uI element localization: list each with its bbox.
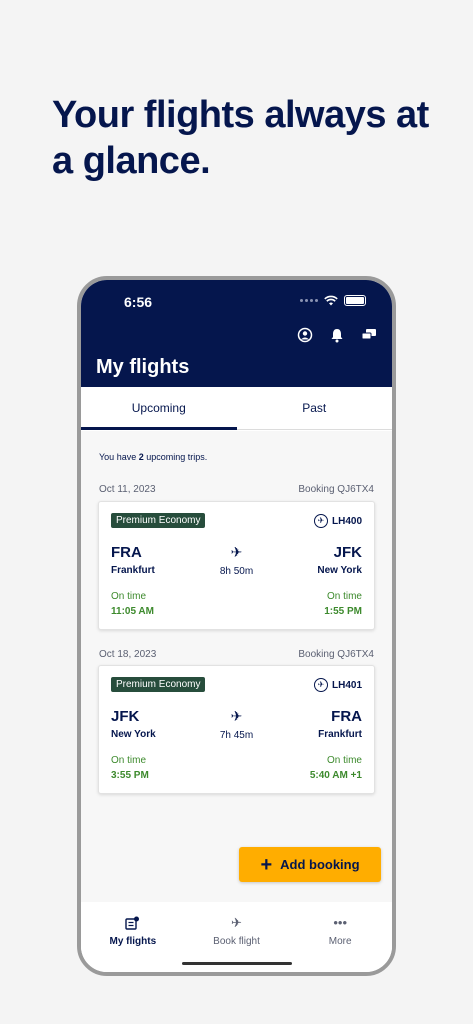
- flight-number: ✈ LH400: [313, 514, 362, 528]
- flight-card[interactable]: Premium Economy ✈ LH401 JFK New York ✈ 7…: [98, 665, 375, 794]
- flight-tabs: Upcoming Past: [81, 387, 392, 430]
- origin-city: New York: [111, 729, 156, 740]
- origin-city: Frankfurt: [111, 565, 155, 576]
- departure-status: On time: [111, 755, 147, 766]
- trip-meta: Oct 18, 2023 Booking QJ6TX4: [99, 649, 374, 660]
- flight-duration: 8h 50m: [219, 566, 254, 577]
- bell-icon[interactable]: [328, 326, 346, 344]
- home-indicator: [181, 962, 292, 965]
- bottom-nav: My flights ✈ Book flight ••• More: [81, 902, 392, 972]
- tab-upcoming[interactable]: Upcoming: [81, 387, 237, 430]
- battery-icon: [344, 295, 366, 306]
- profile-icon[interactable]: [296, 326, 314, 344]
- my-flights-icon: [125, 916, 140, 930]
- messages-icon[interactable]: [360, 326, 378, 344]
- page-title: My flights: [96, 356, 190, 378]
- arrival-status: On time: [326, 591, 362, 602]
- flight-duration: 7h 45m: [219, 730, 254, 741]
- airline-logo-icon: ✈: [313, 514, 328, 528]
- booking-reference: Booking QJ6TX4: [298, 649, 374, 660]
- departure-time: 3:55 PM: [111, 770, 149, 781]
- trip-count: You have 2 upcoming trips.: [99, 452, 208, 462]
- flights-list: You have 2 upcoming trips. Oct 11, 2023 …: [81, 431, 392, 972]
- booking-reference: Booking QJ6TX4: [298, 484, 374, 495]
- origin-code: JFK: [111, 708, 140, 725]
- departure-status: On time: [111, 591, 147, 602]
- nav-more[interactable]: ••• More: [288, 902, 392, 972]
- phone-frame: 6:56 My flights Upcoming Past You have 2…: [77, 276, 396, 976]
- app-header: 6:56 My flights: [81, 280, 392, 387]
- flight-card[interactable]: Premium Economy ✈ LH400 FRA Frankfurt ✈ …: [98, 501, 375, 630]
- destination-code: FRA: [331, 708, 362, 725]
- wifi-icon: [324, 295, 338, 306]
- destination-city: New York: [317, 565, 362, 576]
- trip-date: Oct 18, 2023: [99, 649, 157, 660]
- destination-city: Frankfurt: [318, 729, 362, 740]
- plus-icon: +: [260, 853, 273, 876]
- nav-my-flights[interactable]: My flights: [81, 902, 185, 972]
- arrival-status: On time: [326, 755, 362, 766]
- origin-code: FRA: [111, 544, 142, 561]
- airline-logo-icon: ✈: [313, 678, 328, 692]
- flight-number: ✈ LH401: [313, 678, 362, 692]
- signal-icon: [300, 299, 318, 302]
- status-time: 6:56: [124, 294, 153, 310]
- header-actions: [296, 326, 378, 344]
- more-icon: •••: [333, 915, 347, 930]
- add-booking-button[interactable]: + Add booking: [239, 847, 381, 882]
- trip-date: Oct 11, 2023: [99, 484, 156, 495]
- marketing-headline: Your flights always at a glance.: [52, 94, 429, 182]
- airplane-icon: ✈: [230, 544, 243, 560]
- arrival-time: 5:40 AM +1: [309, 770, 362, 781]
- airplane-icon: ✈: [230, 708, 243, 724]
- cabin-badge: Premium Economy: [111, 513, 206, 528]
- tab-past[interactable]: Past: [237, 387, 393, 429]
- arrival-time: 1:55 PM: [324, 606, 362, 617]
- departure-time: 11:05 AM: [111, 606, 154, 617]
- destination-code: JFK: [333, 544, 362, 561]
- airplane-icon: ✈: [231, 915, 242, 930]
- cabin-badge: Premium Economy: [111, 677, 206, 692]
- trip-meta: Oct 11, 2023 Booking QJ6TX4: [99, 484, 374, 495]
- status-icons: [300, 295, 366, 306]
